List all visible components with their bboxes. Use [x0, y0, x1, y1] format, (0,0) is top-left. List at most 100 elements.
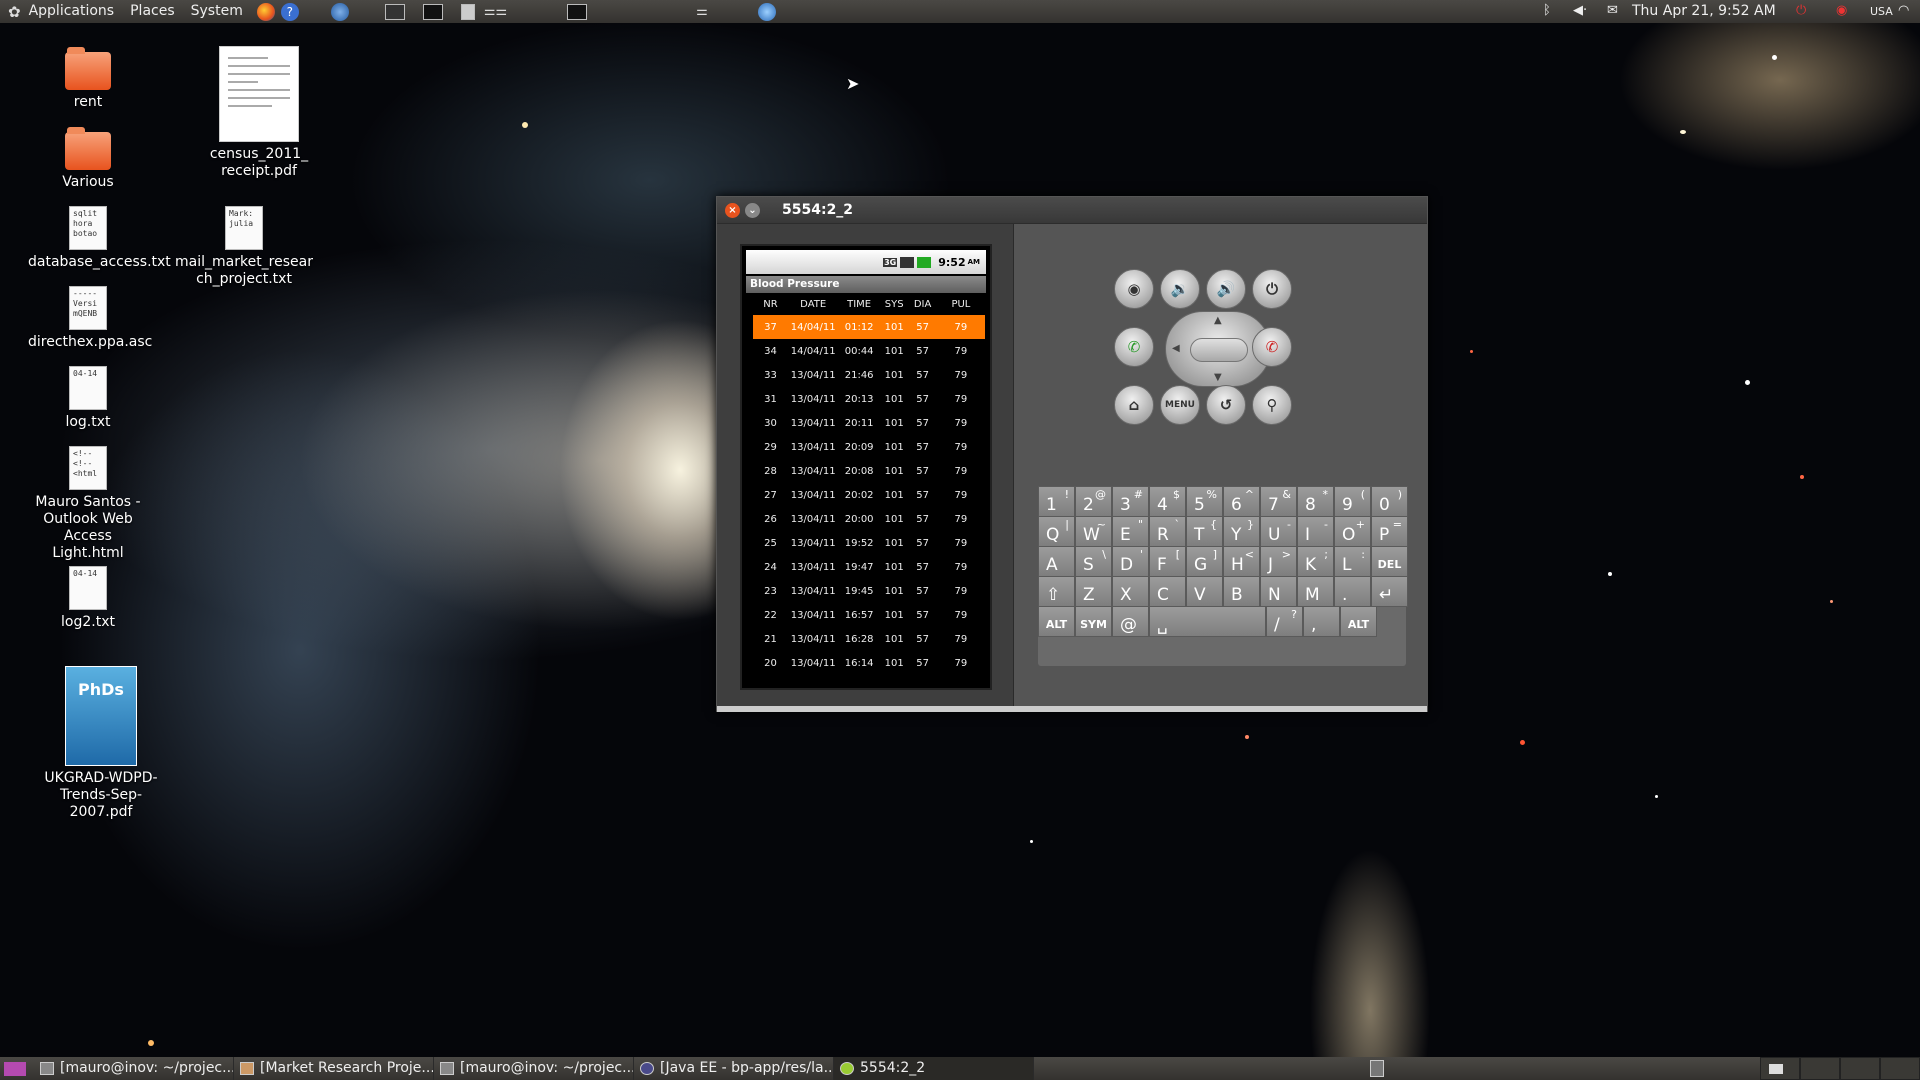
back-button[interactable]: ↺ — [1206, 385, 1246, 425]
desktop-icon-census-pdf[interactable]: census_2011_receipt.pdf — [199, 46, 319, 180]
desktop-icon-log[interactable]: 04-14 log.txt — [28, 366, 148, 431]
table-row[interactable]: 25 13/04/11 19:52 101 57 79 — [753, 531, 985, 555]
chat-icon[interactable] — [757, 2, 776, 21]
key[interactable]: G] — [1186, 546, 1223, 577]
table-row[interactable]: 31 13/04/11 20:13 101 57 79 — [753, 387, 985, 411]
table-row[interactable]: 26 13/04/11 20:00 101 57 79 — [753, 507, 985, 531]
key[interactable]: , — [1303, 606, 1340, 637]
terminal-icon[interactable] — [422, 3, 443, 20]
key[interactable]: E " — [1112, 516, 1149, 547]
key[interactable]: D ' — [1112, 546, 1149, 577]
key[interactable]: V — [1186, 576, 1223, 607]
taskbar-item-market-research[interactable]: [Market Research Proje... — [234, 1057, 434, 1080]
desktop-icon-various[interactable]: Various — [28, 127, 148, 191]
desktop-icon-ukgrad-pdf[interactable]: PhDs UKGRAD-WDPD-Trends-Sep-2007.pdf — [41, 666, 161, 821]
key[interactable]: /? — [1266, 606, 1303, 637]
key[interactable]: H < — [1223, 546, 1260, 577]
key[interactable]: Q | — [1038, 516, 1075, 547]
key[interactable]: T{ — [1186, 516, 1223, 547]
key[interactable]: ALT — [1340, 606, 1377, 637]
camera-button[interactable]: ◉ — [1114, 269, 1154, 309]
desktop-icon-directhex[interactable]: ----- Versi mQENB directhex.ppa.asc — [28, 286, 152, 351]
table-row[interactable]: 30 13/04/11 20:11 101 57 79 — [753, 411, 985, 435]
table-row[interactable]: 37 14/04/11 01:12 101 57 79 — [753, 315, 985, 339]
help-icon[interactable]: ? — [280, 2, 299, 21]
volume-icon[interactable]: ◀· — [1573, 3, 1587, 18]
activity-monitor-icon[interactable] — [567, 3, 588, 20]
table-row[interactable]: 24 13/04/11 19:47 101 57 79 — [753, 555, 985, 579]
key[interactable]: I- — [1297, 516, 1334, 547]
table-row[interactable]: 23 13/04/11 19:45 101 57 79 — [753, 579, 985, 603]
key[interactable]: 2 @ — [1075, 486, 1112, 517]
printer-icon[interactable]: ⚌ — [696, 4, 708, 19]
dpad-left-icon[interactable]: ◀ — [1172, 343, 1180, 354]
key[interactable]: O + — [1334, 516, 1371, 547]
key[interactable]: K; — [1297, 546, 1334, 577]
key[interactable]: W ~ — [1075, 516, 1112, 547]
key[interactable]: 4 $ — [1149, 486, 1186, 517]
key[interactable]: ⇧ — [1038, 576, 1075, 607]
workspace-2[interactable] — [1800, 1057, 1840, 1080]
workspace-3[interactable] — [1840, 1057, 1880, 1080]
dpad-up-icon[interactable]: ▲ — [1214, 315, 1222, 326]
taskbar-item-emulator[interactable]: 5554:2_2 — [834, 1057, 1034, 1080]
key[interactable]: 3 # — [1112, 486, 1149, 517]
workspace-switcher[interactable] — [1760, 1057, 1920, 1080]
bluetooth-icon[interactable]: ᛒ — [1543, 3, 1551, 18]
places-menu[interactable]: Places — [122, 0, 183, 23]
system-monitor-icon[interactable] — [384, 3, 405, 20]
key[interactable]: ␣ — [1149, 606, 1266, 637]
window-titlebar[interactable]: × ⌄ 5554:2_2 — [717, 197, 1427, 223]
system-menu[interactable]: System — [183, 0, 251, 23]
key[interactable]: 7 & — [1260, 486, 1297, 517]
key[interactable]: S \ — [1075, 546, 1112, 577]
key[interactable]: @ — [1112, 606, 1149, 637]
key[interactable]: . — [1334, 576, 1371, 607]
key[interactable]: Y} — [1223, 516, 1260, 547]
desktop-icon-mail-market[interactable]: Mark: julia mail_market_research_project… — [164, 206, 324, 288]
desktop-icon-database-access[interactable]: sqlit hora botao database_access.txt — [28, 206, 171, 271]
table-row[interactable]: 29 13/04/11 20:09 101 57 79 — [753, 435, 985, 459]
key[interactable]: U- — [1260, 516, 1297, 547]
desktop-icon-rent[interactable]: rent — [28, 47, 148, 111]
dpad-down-icon[interactable]: ▼ — [1214, 372, 1222, 383]
updates-icon[interactable]: ◉ — [1836, 3, 1847, 18]
key[interactable]: ALT — [1038, 606, 1075, 637]
firefox-icon[interactable] — [256, 2, 275, 21]
key[interactable]: 6 ^ — [1223, 486, 1260, 517]
table-row[interactable]: 33 13/04/11 21:46 101 57 79 — [753, 363, 985, 387]
dpad-center-button[interactable] — [1190, 338, 1248, 362]
key[interactable]: DEL — [1371, 546, 1408, 577]
table-row[interactable]: 27 13/04/11 20:02 101 57 79 — [753, 483, 985, 507]
home-button[interactable]: ⌂ — [1114, 385, 1154, 425]
menu-button[interactable]: MENU — [1160, 385, 1200, 425]
key[interactable]: A — [1038, 546, 1075, 577]
key[interactable]: SYM — [1075, 606, 1112, 637]
key[interactable]: C — [1149, 576, 1186, 607]
key[interactable]: Z — [1075, 576, 1112, 607]
key[interactable]: 1! — [1038, 486, 1075, 517]
key[interactable]: 9( — [1334, 486, 1371, 517]
key[interactable]: 5% — [1186, 486, 1223, 517]
key[interactable]: 0) — [1371, 486, 1408, 517]
table-row[interactable]: 20 13/04/11 16:14 101 57 79 — [753, 651, 985, 675]
search-button[interactable]: ⚲ — [1252, 385, 1292, 425]
workspace-4[interactable] — [1880, 1057, 1920, 1080]
taskbar-item-terminal-1[interactable]: [mauro@inov: ~/projec... — [34, 1057, 234, 1080]
taskbar-item-terminal-2[interactable]: [mauro@inov: ~/projec... — [434, 1057, 634, 1080]
taskbar-item-eclipse[interactable]: [Java EE - bp-app/res/la... — [634, 1057, 834, 1080]
keyboard-layout-indicator[interactable]: USA — [1870, 5, 1893, 18]
key[interactable]: R ` — [1149, 516, 1186, 547]
table-row[interactable]: 22 13/04/11 16:57 101 57 79 — [753, 603, 985, 627]
end-call-button[interactable]: ✆ — [1252, 327, 1292, 367]
ubuntu-logo-icon[interactable]: ✿ — [8, 3, 21, 21]
power-button[interactable]: ⏻ — [1252, 269, 1292, 309]
desktop-icon-outlook-html[interactable]: <!-- <!-- <html Mauro Santos - Outlook W… — [28, 446, 148, 562]
minimize-icon[interactable]: ⌄ — [745, 202, 760, 218]
workspace-1[interactable] — [1760, 1057, 1800, 1080]
key[interactable]: B — [1223, 576, 1260, 607]
key[interactable]: X — [1112, 576, 1149, 607]
trash-icon[interactable] — [1370, 1060, 1384, 1077]
call-button[interactable]: ✆ — [1114, 327, 1154, 367]
table-row[interactable]: 28 13/04/11 20:08 101 57 79 — [753, 459, 985, 483]
